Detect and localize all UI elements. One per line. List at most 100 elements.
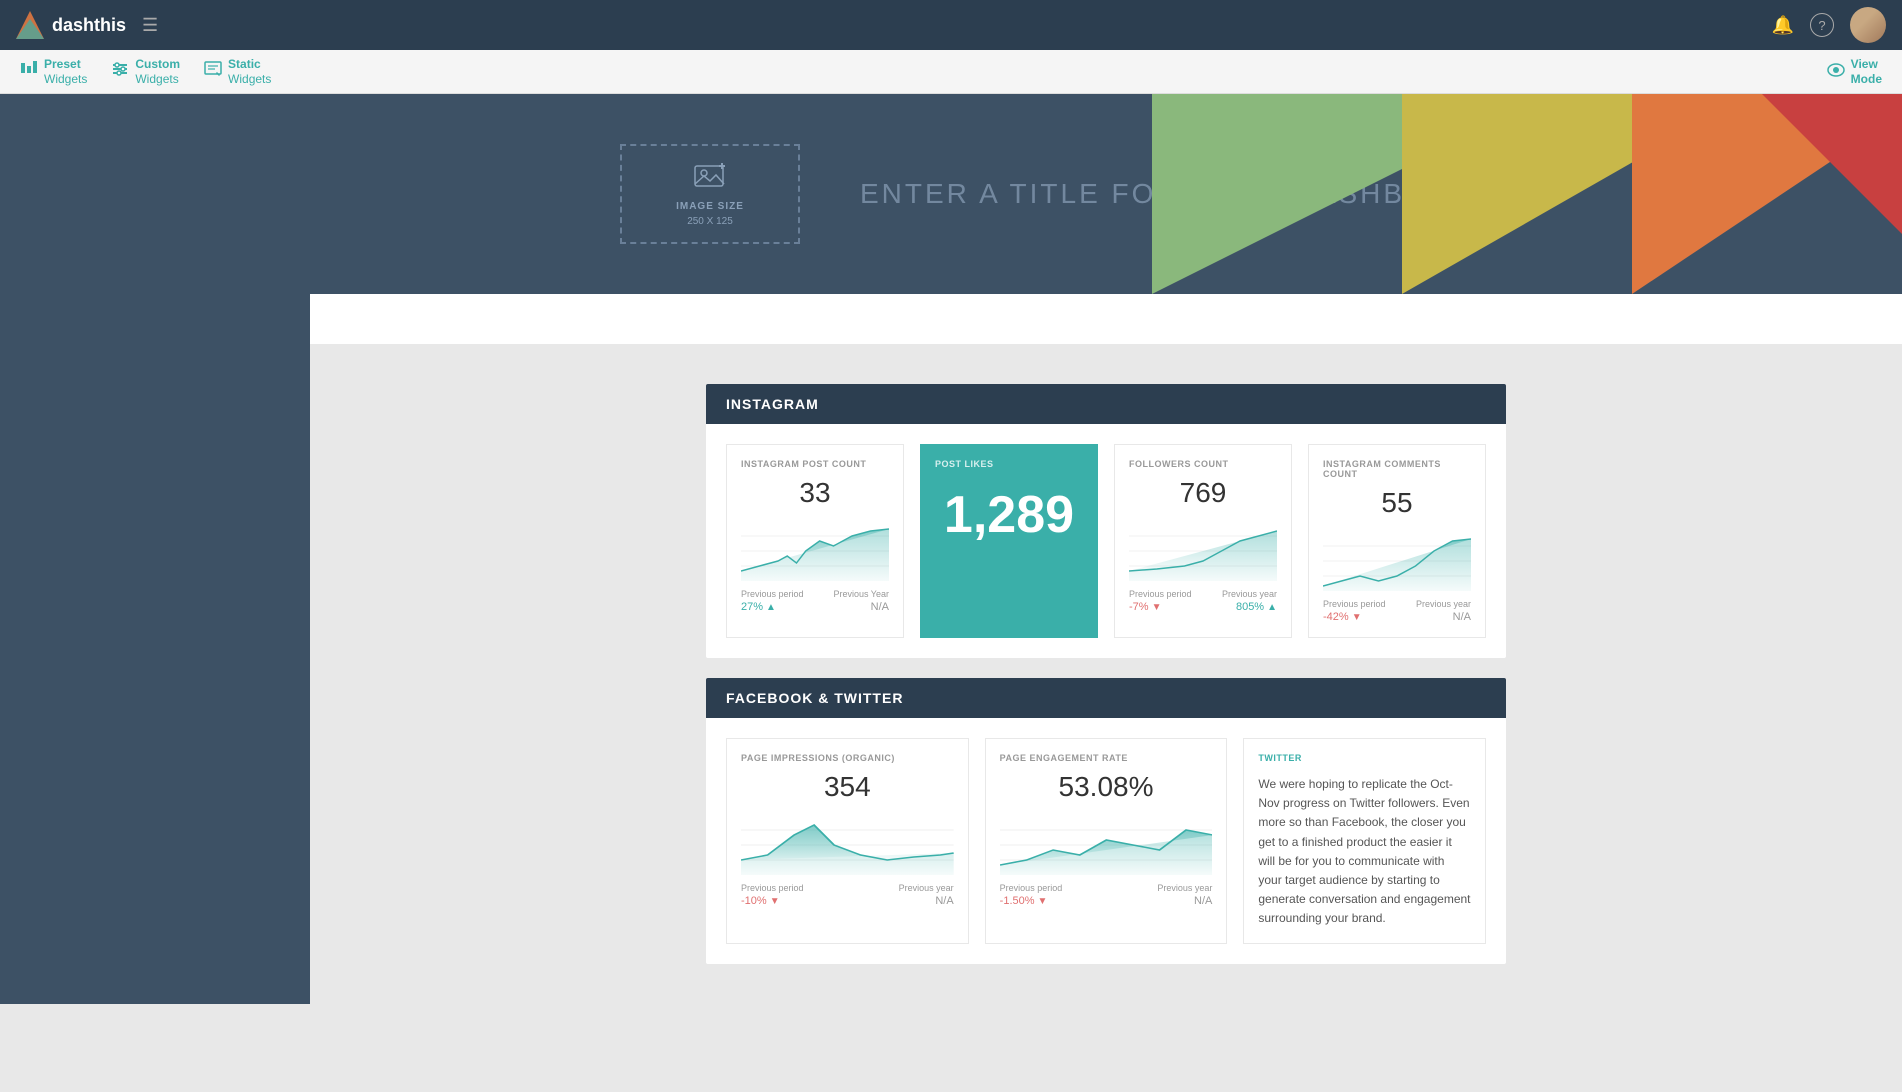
facebook-twitter-header: FACEBOOK & TWITTER [706,678,1506,718]
hamburger-menu[interactable]: ☰ [142,15,158,36]
post-likes-label: POST LIKES [935,459,1083,469]
widget-page-impressions: PAGE IMPRESSIONS (ORGANIC) 354 [726,738,969,944]
engagement-chart [1000,815,1213,875]
post-count-period-labels: Previous period Previous Year [741,589,889,599]
static-label-line1: Static [228,57,271,71]
preset-icon [20,60,38,83]
facebook-twitter-section: FACEBOOK & TWITTER PAGE IMPRESSIONS (ORG… [706,678,1506,964]
app-name: dashthis [52,15,126,36]
impressions-chart [741,815,954,875]
page-layout: IMAGE SIZE 250 X 125 ENTER A TITLE FOR Y… [0,94,1902,1004]
comments-period-values: -42% ▼ N/A [1323,611,1471,623]
up-arrow2: ▲ [1267,602,1277,613]
impressions-value: 354 [741,771,954,803]
facebook-twitter-body: PAGE IMPRESSIONS (ORGANIC) 354 [706,718,1506,964]
impressions-label: PAGE IMPRESSIONS (ORGANIC) [741,753,954,763]
twitter-label: TWITTER [1258,753,1471,763]
instagram-section: INSTAGRAM INSTAGRAM POST COUNT 33 [706,384,1506,658]
comments-chart [1323,531,1471,591]
logo[interactable]: dashthis [16,11,126,39]
sidebar [0,94,310,1004]
followers-period-labels: Previous period Previous year [1129,589,1277,599]
up-arrow: ▲ [766,602,776,613]
logo-icon [16,11,44,39]
comments-prev-period: -42% ▼ [1323,611,1362,623]
post-likes-value: 1,289 [935,485,1083,545]
banner-decoration [1142,94,1902,294]
custom-label-line2: Widgets [135,72,180,86]
post-count-value: 33 [741,477,889,509]
avatar[interactable] [1850,7,1886,43]
engagement-label: PAGE ENGAGEMENT RATE [1000,753,1213,763]
down-arrow2: ▼ [1352,612,1362,623]
engagement-value: 53.08% [1000,771,1213,803]
custom-widgets-button[interactable]: Custom Widgets [111,57,180,86]
post-count-prev-year: N/A [871,601,889,613]
facebook-twitter-title: FACEBOOK & TWITTER [726,690,903,706]
image-upload-placeholder[interactable]: IMAGE SIZE 250 X 125 [620,144,800,244]
custom-label-line1: Custom [135,57,180,71]
widget-comments: INSTAGRAM COMMENTS COUNT 55 [1308,444,1486,638]
widget-post-likes: POST LIKES 1,289 [920,444,1098,638]
followers-prev-year: 805% ▲ [1236,601,1277,613]
instagram-title: INSTAGRAM [726,396,819,412]
instagram-section-header: INSTAGRAM [706,384,1506,424]
instagram-section-body: INSTAGRAM POST COUNT 33 [706,424,1506,658]
eye-icon [1827,63,1845,80]
impressions-prev-year: N/A [935,895,953,907]
view-mode-button[interactable]: View Mode [1827,57,1882,86]
impressions-period-labels: Previous period Previous year [741,883,954,893]
widget-engagement-rate: PAGE ENGAGEMENT RATE 53.08% [985,738,1228,944]
preset-label-line2: Widgets [44,72,87,86]
white-separator [310,294,1902,344]
prev-period-label: Previous period [741,589,804,599]
followers-label: FOLLOWERS COUNT [1129,459,1277,469]
prev-year-label: Previous Year [833,589,889,599]
preset-label-line1: Preset [44,57,87,71]
help-icon[interactable]: ? [1810,13,1834,37]
comments-prev-year: N/A [1453,611,1471,623]
custom-icon [111,60,129,83]
image-size-value: 250 X 125 [687,216,733,227]
content-area: INSTAGRAM INSTAGRAM POST COUNT 33 [310,344,1902,1004]
engagement-prev-year: N/A [1194,895,1212,907]
twitter-text: We were hoping to replicate the Oct-Nov … [1258,775,1471,929]
preset-widgets-button[interactable]: Preset Widgets [20,57,87,86]
comments-value: 55 [1323,487,1471,519]
post-count-chart [741,521,889,581]
post-count-prev-period: 27% ▲ [741,601,776,613]
impressions-period-values: -10% ▼ N/A [741,895,954,907]
top-navigation: dashthis ☰ 🔔 ? [0,0,1902,50]
nav-right: 🔔 ? [1772,7,1886,43]
followers-chart [1129,521,1277,581]
followers-prev-period: -7% ▼ [1129,601,1161,613]
widget-followers: FOLLOWERS COUNT 769 [1114,444,1292,638]
impressions-prev-period: -10% ▼ [741,895,780,907]
view-mode-label: View [1851,57,1882,71]
comments-period-labels: Previous period Previous year [1323,599,1471,609]
image-icon [694,162,726,197]
nav-left: dashthis ☰ [16,11,158,39]
followers-period-values: -7% ▼ 805% ▲ [1129,601,1277,613]
followers-value: 769 [1129,477,1277,509]
widget-toolbar: Preset Widgets Custom Widgets Static Wid… [0,50,1902,94]
engagement-period-values: -1.50% ▼ N/A [1000,895,1213,907]
post-count-label: INSTAGRAM POST COUNT [741,459,889,469]
header-banner: IMAGE SIZE 250 X 125 ENTER A TITLE FOR Y… [310,94,1902,294]
main-content: IMAGE SIZE 250 X 125 ENTER A TITLE FOR Y… [310,94,1902,1004]
widget-post-count: INSTAGRAM POST COUNT 33 [726,444,904,638]
down-arrow: ▼ [1152,602,1162,613]
static-label-line2: Widgets [228,72,271,86]
post-count-period-values: 27% ▲ N/A [741,601,889,613]
down-arrow4: ▼ [1038,896,1048,907]
comments-label: INSTAGRAM COMMENTS COUNT [1323,459,1471,479]
engagement-prev-period: -1.50% ▼ [1000,895,1048,907]
image-size-label: IMAGE SIZE [676,201,744,212]
static-icon [204,60,222,83]
toolbar-left: Preset Widgets Custom Widgets Static Wid… [20,57,271,86]
static-widgets-button[interactable]: Static Widgets [204,57,271,86]
bell-icon[interactable]: 🔔 [1772,15,1794,36]
down-arrow3: ▼ [770,896,780,907]
engagement-period-labels: Previous period Previous year [1000,883,1213,893]
twitter-widget: TWITTER We were hoping to replicate the … [1243,738,1486,944]
